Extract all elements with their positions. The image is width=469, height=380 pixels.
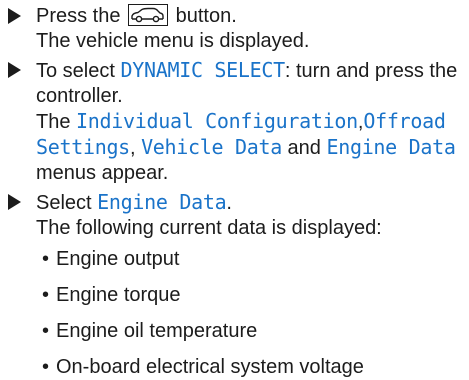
step-result: The Individual Configuration,Offroad Set… <box>36 109 469 186</box>
step-text-pre: Press the <box>36 5 121 27</box>
list-item-text: Engine oil temperature <box>56 320 258 342</box>
list-item: • Engine oil temperature <box>42 319 469 344</box>
step-instruction: Press the button. <box>36 4 469 29</box>
result-text: The <box>36 111 71 133</box>
bullet-icon: • <box>42 320 50 342</box>
step-arrow-icon <box>8 194 21 210</box>
list-item: • Engine output <box>42 247 469 272</box>
menu-term-engine-data: Engine Data <box>97 190 227 214</box>
list-item: • Engine torque <box>42 283 469 308</box>
conjunction: and <box>287 137 321 159</box>
step-result: The following current data is displayed: <box>36 217 382 239</box>
instruction-page: Press the button. The vehicle menu is di… <box>0 0 469 380</box>
step-text-post: button. <box>175 5 237 27</box>
list-item-text: On-board electrical system voltage <box>56 356 364 378</box>
data-list: • Engine output • Engine torque • Engine oi… <box>36 247 469 380</box>
list-item: • On-board electrical system voltage <box>42 355 469 380</box>
menu-term-vehicle-data: Vehicle Data <box>141 135 282 159</box>
step-result: The vehicle menu is displayed. <box>36 30 310 52</box>
step-arrow-icon <box>8 62 21 78</box>
list-item-text: Engine output <box>56 248 180 270</box>
vehicle-icon <box>128 4 169 26</box>
step-instruction: To select DYNAMIC SELECT: turn and press… <box>36 58 469 109</box>
bullet-icon: • <box>42 284 50 306</box>
step-arrow-icon <box>8 8 21 24</box>
step-text-pre: To select <box>36 60 115 82</box>
bullet-icon: • <box>42 356 50 378</box>
step-text-post: . <box>226 192 232 214</box>
step-select-dynamic-select: To select DYNAMIC SELECT: turn and press… <box>6 58 469 186</box>
step-text-pre: Select <box>36 192 92 214</box>
step-instruction: Select Engine Data. <box>36 190 469 216</box>
result-text: menus appear. <box>36 162 169 184</box>
menu-term-engine-data: Engine Data <box>326 135 456 159</box>
step-press-vehicle-button: Press the button. The vehicle menu is di… <box>6 4 469 54</box>
menu-term-individual-configuration: Individual Configuration <box>76 109 358 133</box>
bullet-icon: • <box>42 248 50 270</box>
separator: , <box>129 137 136 159</box>
menu-term-dynamic-select: DYNAMIC SELECT <box>120 58 286 82</box>
list-item-text: Engine torque <box>56 284 181 306</box>
step-select-engine-data: Select Engine Data. The following curren… <box>6 190 469 380</box>
